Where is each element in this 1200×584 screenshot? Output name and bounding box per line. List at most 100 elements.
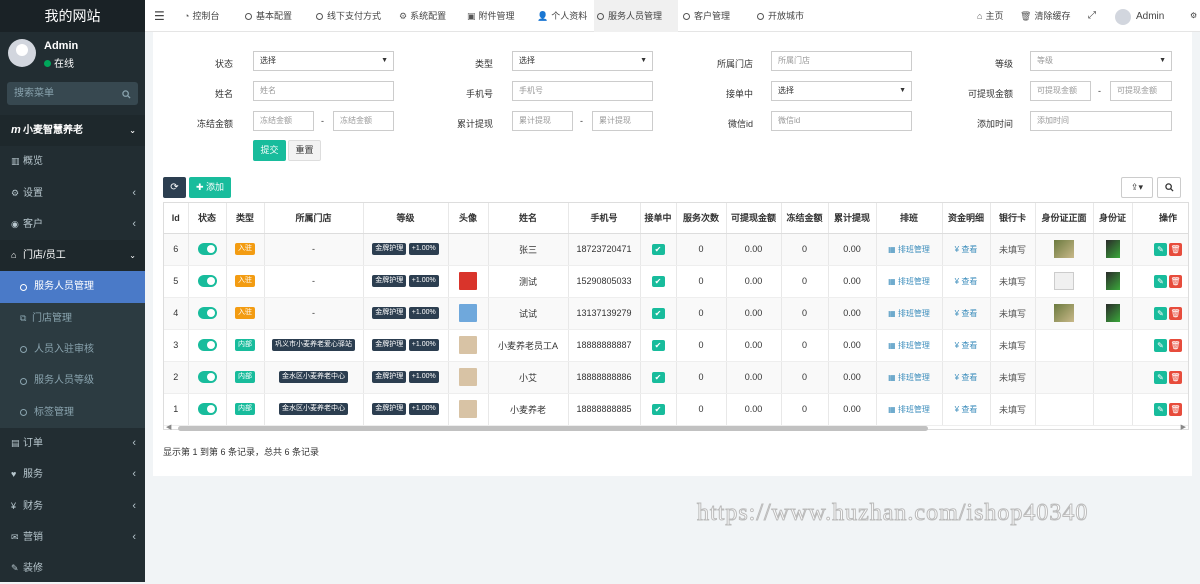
id-front-image[interactable] <box>1054 240 1074 258</box>
column-header[interactable]: 可提现金额 <box>726 203 782 234</box>
site-logo[interactable]: 我的网站 <box>0 0 145 32</box>
filter-name-input[interactable]: 姓名 <box>253 81 394 101</box>
tab-0[interactable]: ◔ 控制台 <box>181 0 238 32</box>
menu-search-input[interactable] <box>7 82 138 105</box>
filter-phone-input[interactable]: 手机号 <box>512 81 653 101</box>
avatar[interactable] <box>459 336 477 354</box>
add-button[interactable]: ✚ 添加 <box>189 177 231 198</box>
column-header[interactable]: Id <box>164 203 189 234</box>
search-icon[interactable] <box>122 88 131 102</box>
column-header[interactable]: 操作 <box>1132 203 1188 234</box>
table-row[interactable]: 1 内部 金水区小麦养老中心 金牌护理 +1.00% 小麦养老 18888888885 ✔ 0… <box>164 393 1188 426</box>
scroll-left-icon[interactable]: ◀ <box>166 423 171 431</box>
column-header[interactable]: 状态 <box>188 203 227 234</box>
status-toggle[interactable] <box>197 275 217 287</box>
filter-total-withdraw-min[interactable]: 累计提现 <box>512 111 573 131</box>
delete-button[interactable]: 🗑 <box>1169 402 1182 416</box>
filter-wechat-input[interactable]: 微信id <box>771 111 912 131</box>
delete-button[interactable]: 🗑 <box>1169 306 1182 320</box>
avatar[interactable] <box>459 304 477 322</box>
sidebar-item-1[interactable]: ▥ 概览 <box>0 146 145 177</box>
id-back-image[interactable] <box>1105 272 1120 290</box>
sidebar-item-4[interactable]: ⌂ 门店/员工 ⌄ <box>0 240 145 272</box>
clear-cache-button[interactable]: 🗑 清除缓存 <box>1020 0 1070 32</box>
column-header[interactable]: 接单中 <box>640 203 677 234</box>
status-toggle[interactable] <box>197 371 217 383</box>
sidebar-item-13[interactable]: ✉ 营销 ‹ <box>0 522 145 553</box>
refresh-button[interactable]: ⟳ <box>163 177 186 198</box>
search-toggle-button[interactable] <box>1157 177 1181 198</box>
export-button[interactable]: ⇪▾ <box>1121 177 1153 198</box>
column-header[interactable]: 所属门店 <box>264 203 364 234</box>
table-row[interactable]: 5 入驻 - 金牌护理 +1.00% 测试 15290805033 ✔ 0 0.00 0 0.00 ▦… <box>164 265 1188 298</box>
status-toggle[interactable] <box>197 339 217 351</box>
sidebar-item-11[interactable]: ♥ 服务 ‹ <box>0 459 145 490</box>
id-front-image[interactable] <box>1054 304 1074 322</box>
filter-added-time-input[interactable]: 添加时间 <box>1030 111 1172 131</box>
filter-accepting-select[interactable]: 选择 ▼ <box>771 81 912 101</box>
column-header[interactable]: 等级 <box>363 203 449 234</box>
sidebar-toggle-icon[interactable]: ☰ <box>154 0 165 32</box>
submit-button[interactable]: 提交 <box>253 140 286 161</box>
table-row[interactable]: 3 内部 巩义市小麦养老爱心驿站 金牌护理 +1.00% 小麦养老员工A 18888888… <box>164 329 1188 362</box>
edit-button[interactable]: ✎ <box>1154 274 1167 288</box>
column-header[interactable]: 头像 <box>448 203 489 234</box>
funds-link[interactable]: ¥ 查看 <box>955 405 978 414</box>
id-back-image[interactable] <box>1105 304 1120 322</box>
column-header[interactable]: 身份证 <box>1093 203 1133 234</box>
status-toggle[interactable] <box>197 403 217 415</box>
tab-3[interactable]: ⚙ 系统配置 <box>396 0 461 32</box>
settings-gear-icon[interactable]: ⚙ <box>1190 0 1197 32</box>
sidebar-item-0[interactable]: m 小麦智慧养老 ⌄ <box>0 115 145 147</box>
delete-button[interactable]: 🗑 <box>1169 274 1182 288</box>
schedule-link[interactable]: ▦ 排班管理 <box>888 245 930 254</box>
table-row[interactable]: 2 内部 金水区小麦养老中心 金牌护理 +1.00% 小艾 18888888886 ✔ 0 0.… <box>164 361 1188 394</box>
table-row[interactable]: 6 入驻 - 金牌护理 +1.00% 张三 18723720471 ✔ 0 0.00 0 0.00 ▦… <box>164 233 1188 266</box>
funds-link[interactable]: ¥ 查看 <box>955 309 978 318</box>
sidebar-item-3[interactable]: ◉ 客户 ‹ <box>0 209 145 240</box>
edit-button[interactable]: ✎ <box>1154 306 1167 320</box>
funds-link[interactable]: ¥ 查看 <box>955 245 978 254</box>
tab-8[interactable]: 开放城市 <box>754 0 814 32</box>
admin-menu[interactable]: Admin <box>1115 0 1164 32</box>
tab-1[interactable]: 基本配置 <box>242 0 310 32</box>
filter-type-select[interactable]: 选择 ▼ <box>512 51 653 71</box>
filter-frozen-max[interactable]: 冻结金额 <box>333 111 394 131</box>
tab-2[interactable]: 线下支付方式 <box>313 0 393 32</box>
funds-link[interactable]: ¥ 查看 <box>955 373 978 382</box>
tab-5[interactable]: 👤 个人资料 <box>534 0 591 32</box>
column-header[interactable]: 姓名 <box>488 203 569 234</box>
funds-link[interactable]: ¥ 查看 <box>955 277 978 286</box>
filter-withdrawable-min[interactable]: 可提现金额 <box>1030 81 1091 101</box>
column-header[interactable]: 身份证正面 <box>1035 203 1094 234</box>
reset-button[interactable]: 重置 <box>288 140 321 161</box>
edit-button[interactable]: ✎ <box>1154 242 1167 256</box>
avatar[interactable] <box>459 272 477 290</box>
scroll-right-icon[interactable]: ▶ <box>1181 423 1186 431</box>
filter-level-select[interactable]: 等级 ▼ <box>1030 51 1172 71</box>
home-link[interactable]: ⌂ 主页 <box>977 0 1003 32</box>
schedule-link[interactable]: ▦ 排班管理 <box>888 341 930 350</box>
sidebar-item-9[interactable]: 标签管理 <box>0 396 145 428</box>
id-back-image[interactable] <box>1105 240 1120 258</box>
horizontal-scrollbar[interactable]: ◀ ▶ <box>163 423 1189 432</box>
tab-6[interactable]: 服务人员管理 <box>594 0 678 32</box>
sidebar-item-14[interactable]: ✎ 装修 <box>0 553 145 584</box>
funds-link[interactable]: ¥ 查看 <box>955 341 978 350</box>
column-header[interactable]: 类型 <box>226 203 265 234</box>
column-header[interactable]: 服务次数 <box>676 203 727 234</box>
status-toggle[interactable] <box>197 243 217 255</box>
column-header[interactable]: 银行卡 <box>990 203 1036 234</box>
avatar[interactable] <box>459 368 477 386</box>
id-front-image[interactable] <box>1054 272 1074 290</box>
column-header[interactable]: 手机号 <box>568 203 641 234</box>
avatar[interactable] <box>459 400 477 418</box>
status-toggle[interactable] <box>197 307 217 319</box>
filter-status-select[interactable]: 选择 ▼ <box>253 51 394 71</box>
delete-button[interactable]: 🗑 <box>1169 338 1182 352</box>
delete-button[interactable]: 🗑 <box>1169 242 1182 256</box>
sidebar-item-5[interactable]: 服务人员管理 <box>0 271 145 303</box>
column-header[interactable]: 累计提现 <box>828 203 877 234</box>
sidebar-item-6[interactable]: ⧉ 门店管理 <box>0 302 145 335</box>
schedule-link[interactable]: ▦ 排班管理 <box>888 277 930 286</box>
